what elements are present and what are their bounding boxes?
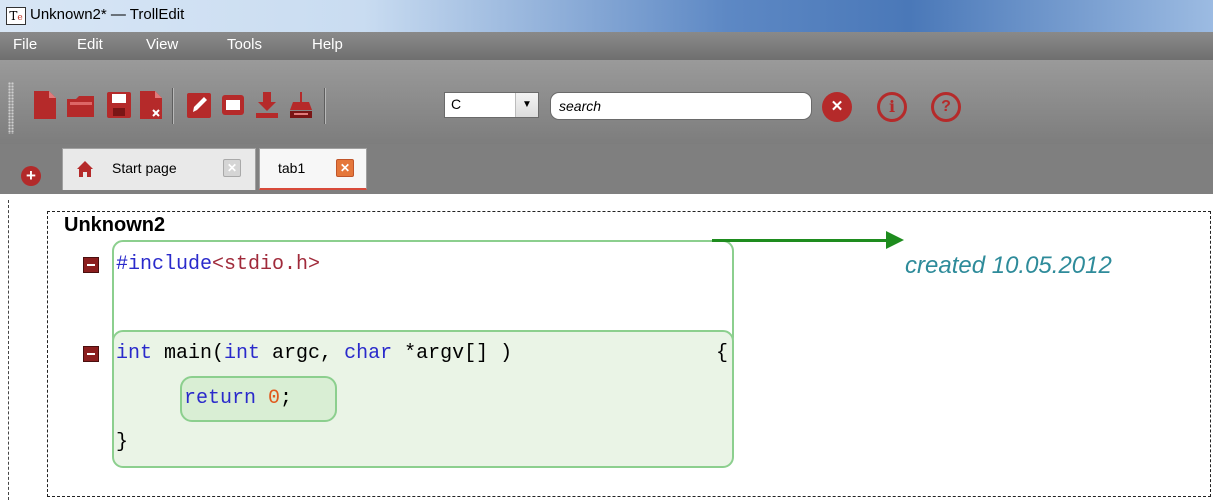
menu-help[interactable]: Help: [312, 36, 343, 53]
edit-icon[interactable]: [186, 90, 212, 120]
include-header: <stdio.h>: [212, 253, 321, 276]
home-icon: [77, 161, 93, 177]
code-text: *argv[] ): [392, 342, 513, 365]
tab-label: Start page: [112, 160, 177, 176]
code-line-include: #include<stdio.h>: [116, 253, 320, 276]
menu-view[interactable]: View: [146, 36, 178, 53]
number-literal: 0: [268, 387, 281, 410]
keyword-int: int: [116, 342, 153, 365]
close-tab-icon[interactable]: ✕: [223, 159, 241, 177]
document-title: Unknown2: [64, 214, 166, 236]
clear-search-button[interactable]: ✕: [822, 92, 852, 122]
menu-edit[interactable]: Edit: [77, 36, 103, 53]
include-directive: #include: [116, 253, 213, 276]
comment-arrow-line: [712, 239, 887, 242]
tab-label: tab1: [278, 160, 306, 176]
download-icon[interactable]: [254, 90, 280, 120]
chevron-down-icon[interactable]: ▼: [515, 93, 538, 117]
close-file-icon[interactable]: [138, 90, 164, 120]
tab-tab1[interactable]: tab1 ✕: [259, 148, 367, 190]
info-button[interactable]: i: [877, 92, 907, 122]
language-select[interactable]: C ▼: [444, 92, 539, 118]
keyword-return: return: [184, 387, 257, 410]
close-icon: ✕: [830, 98, 844, 115]
menu-bar: File Edit View Tools Help: [0, 32, 1213, 60]
toolbar-separator: [172, 88, 173, 124]
keyword-char: char: [344, 342, 393, 365]
code-text: ;: [280, 387, 293, 410]
keyword-int: int: [224, 342, 261, 365]
language-value: C: [451, 96, 462, 112]
help-icon: ?: [941, 98, 951, 115]
collapse-block-icon[interactable]: [83, 257, 99, 273]
collapse-block-icon[interactable]: [83, 346, 99, 362]
window-title: Unknown2* — TrollEdit: [30, 6, 185, 23]
trolledit-app-icon: Te: [6, 7, 26, 25]
print-icon[interactable]: [288, 90, 314, 120]
close-tab-icon[interactable]: ✕: [336, 159, 354, 177]
toolbar-grip[interactable]: [8, 82, 14, 134]
editor-left-border: [8, 200, 9, 500]
search-input[interactable]: [550, 92, 812, 120]
open-folder-icon[interactable]: [66, 90, 96, 120]
info-icon: i: [888, 97, 896, 116]
window-title-bar: Te Unknown2* — TrollEdit: [0, 0, 1213, 32]
arrow-right-icon: [886, 231, 904, 249]
save-icon[interactable]: [106, 90, 132, 120]
menu-tools[interactable]: Tools: [227, 36, 262, 53]
toolbar-separator: [324, 88, 325, 124]
code-line-return: return 0;: [184, 387, 292, 410]
help-button[interactable]: ?: [931, 92, 961, 122]
tab-start-page[interactable]: Start page ✕: [62, 148, 256, 190]
closing-brace: }: [116, 431, 129, 454]
block-comment[interactable]: created 10.05.2012: [905, 252, 1112, 280]
new-file-icon[interactable]: [32, 90, 58, 120]
code-text: main(: [152, 342, 225, 365]
opening-brace: {: [716, 342, 729, 365]
code-line-main: int main(int argc, char *argv[] ): [116, 342, 512, 365]
menu-file[interactable]: File: [13, 36, 37, 53]
add-tab-button[interactable]: +: [21, 166, 41, 186]
window-icon[interactable]: [220, 90, 246, 120]
code-text: argc,: [260, 342, 345, 365]
